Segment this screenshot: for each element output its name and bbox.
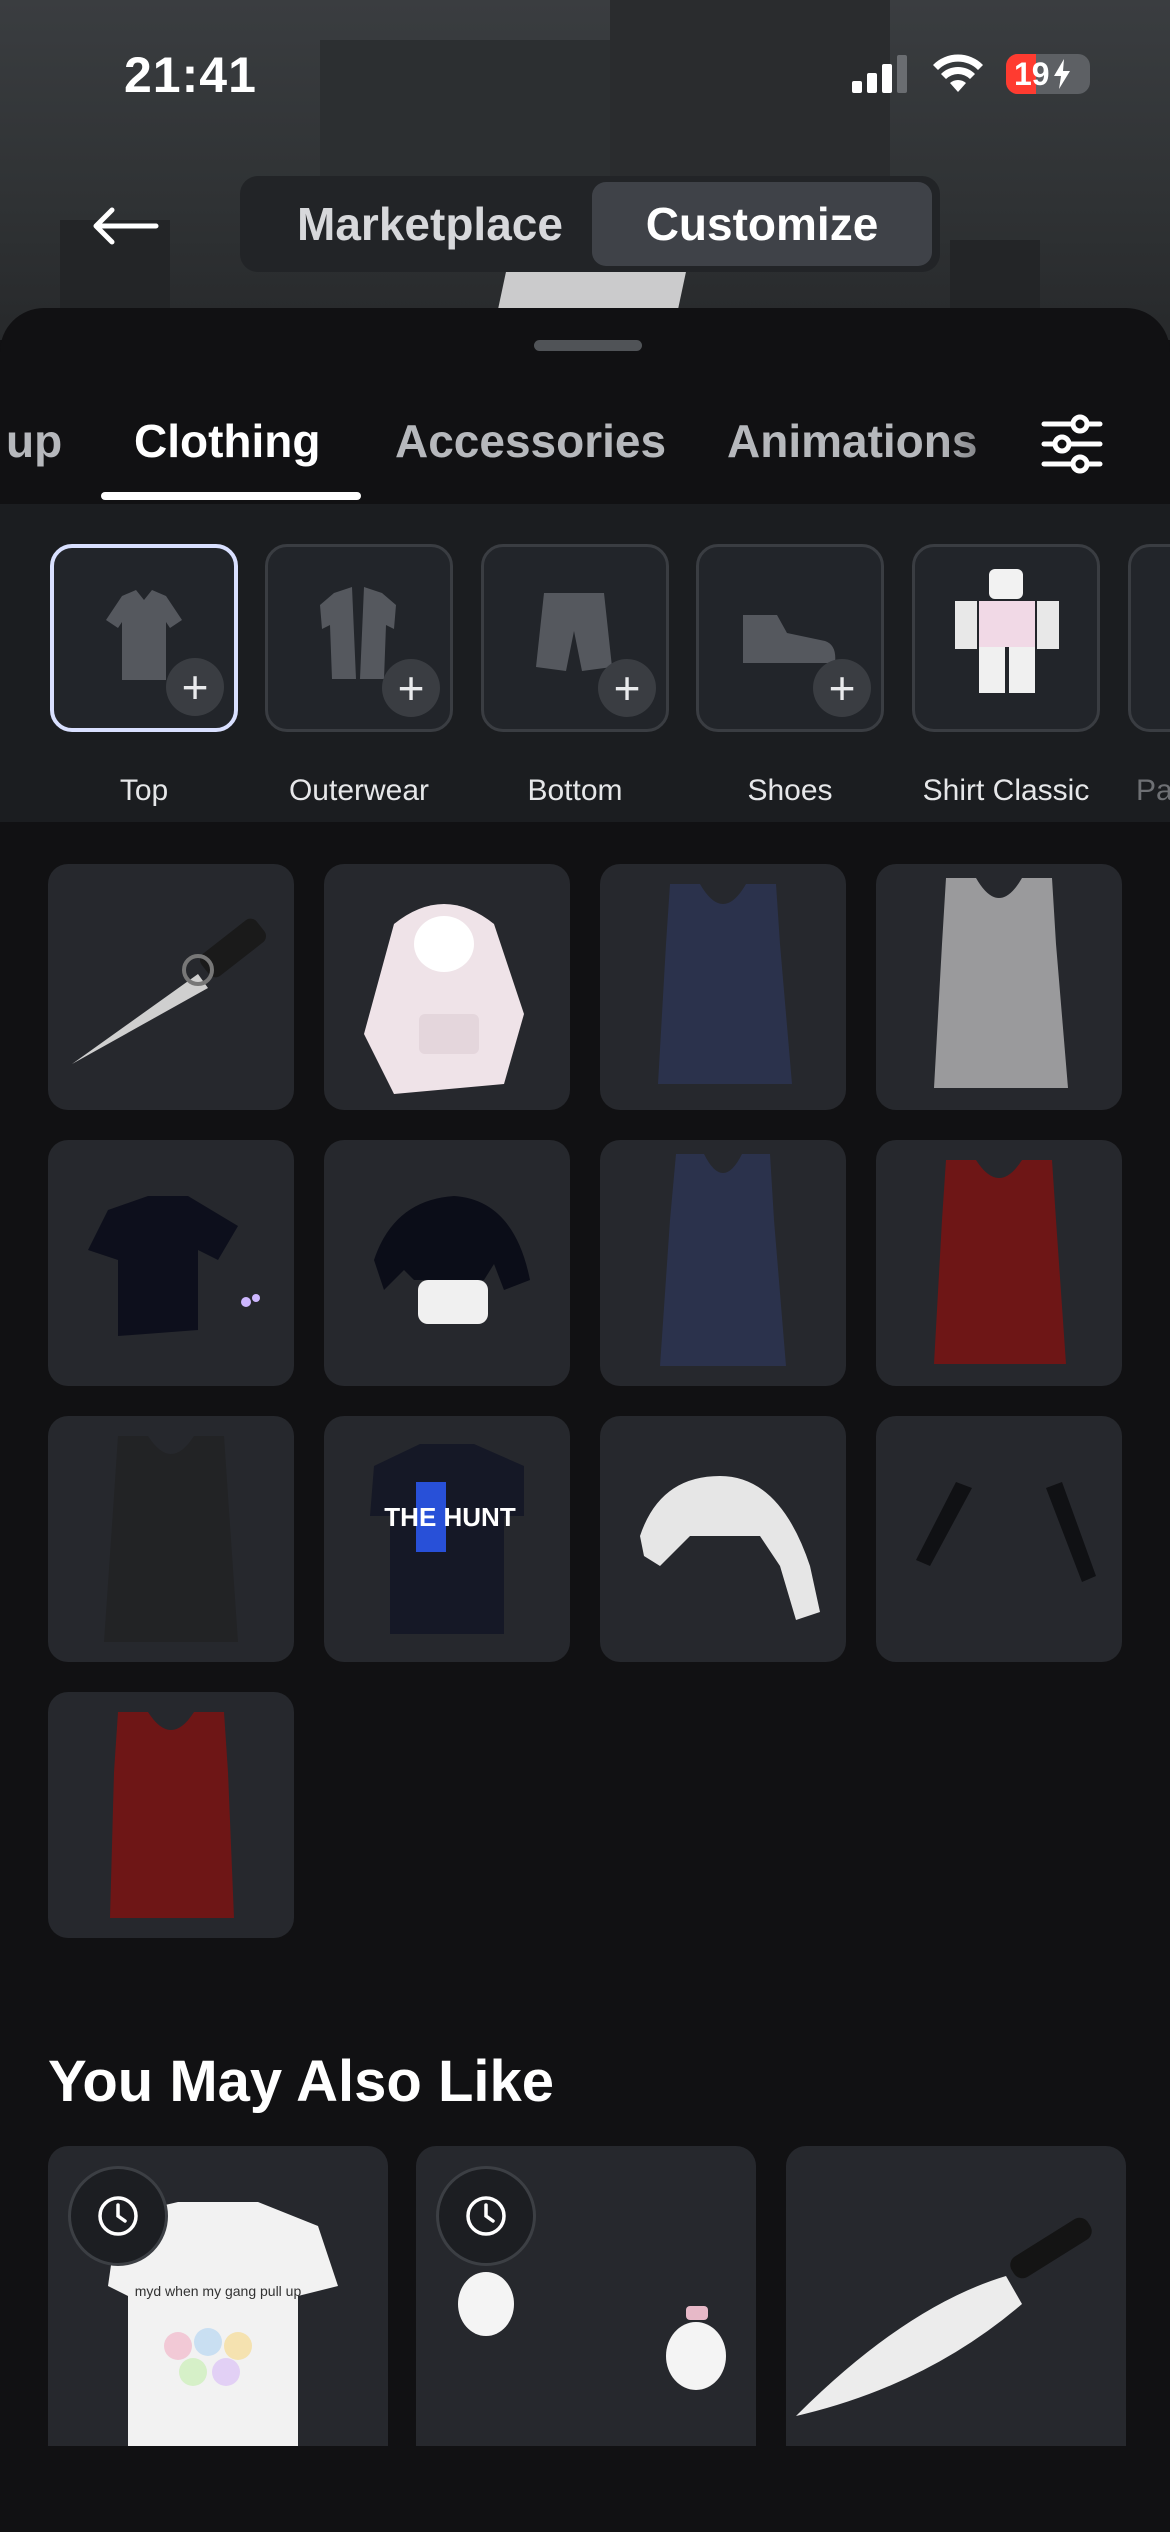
cellular-signal-icon bbox=[852, 55, 907, 93]
active-tab-indicator bbox=[101, 492, 361, 500]
item-gray-tank-top[interactable] bbox=[876, 864, 1122, 1110]
tab-marketplace[interactable]: Marketplace bbox=[260, 182, 600, 266]
category-label-top: Top bbox=[119, 774, 169, 807]
gloves-icon bbox=[916, 1482, 1096, 1582]
item-pink-hoodie[interactable] bbox=[324, 864, 570, 1110]
category-partial[interactable] bbox=[1128, 544, 1170, 732]
category-shirt-classic[interactable] bbox=[912, 544, 1100, 732]
tab-partial-previous[interactable]: up bbox=[6, 414, 62, 468]
limited-time-badge bbox=[68, 2166, 168, 2266]
battery-level: 19 bbox=[1014, 55, 1050, 92]
category-label-bottom: Bottom bbox=[527, 774, 623, 807]
sheet-drag-handle[interactable] bbox=[534, 340, 642, 351]
subcategory-row: + + + + Top Outerwear Bottom Shoes Shirt… bbox=[0, 504, 1170, 822]
category-label-shoes: Shoes bbox=[747, 774, 833, 807]
kitchen-knife-icon bbox=[796, 2217, 1092, 2416]
plus-icon: + bbox=[813, 659, 871, 717]
status-time: 21:41 bbox=[124, 47, 257, 103]
wifi-icon bbox=[933, 54, 983, 92]
tshirt-icon: THE HUNT bbox=[370, 1444, 524, 1634]
sweater-icon bbox=[640, 1476, 820, 1620]
tab-customize[interactable]: Customize bbox=[592, 182, 932, 266]
crop-top-icon bbox=[374, 1196, 530, 1324]
charging-bolt-icon bbox=[1053, 59, 1070, 89]
limited-time-badge bbox=[436, 2166, 536, 2266]
sliders-icon bbox=[1041, 414, 1103, 474]
plus-icon: + bbox=[598, 659, 656, 717]
category-tabs: up Clothing Accessories Animations bbox=[0, 388, 1170, 512]
graphic-tshirt-print: myd when my gang pull up bbox=[135, 2283, 302, 2299]
category-bottom[interactable]: + bbox=[481, 544, 669, 732]
item-navy-tank-top-2[interactable] bbox=[600, 1140, 846, 1386]
tab-accessories[interactable]: Accessories bbox=[395, 414, 666, 468]
arrow-left-icon bbox=[93, 207, 159, 245]
tank-top-icon bbox=[660, 1154, 786, 1366]
hunt-shirt-print: THE HUNT bbox=[384, 1502, 516, 1532]
tank-top-icon bbox=[934, 1160, 1066, 1364]
back-button[interactable] bbox=[90, 196, 162, 256]
category-label-outerwear: Outerwear bbox=[288, 774, 430, 807]
category-outerwear[interactable]: + bbox=[265, 544, 453, 732]
clock-icon bbox=[466, 2196, 506, 2236]
category-shoes[interactable]: + bbox=[696, 544, 884, 732]
item-white-crop-sweater[interactable] bbox=[600, 1416, 846, 1662]
recommendation-card-white-tshirt[interactable]: myd when my gang pull up bbox=[48, 2146, 388, 2446]
hoodie-icon bbox=[364, 904, 524, 1094]
tshirt-icon bbox=[88, 1196, 260, 1336]
tank-top-icon bbox=[110, 1712, 234, 1918]
recommendation-card-kitchen-knife[interactable] bbox=[786, 2146, 1126, 2446]
tab-clothing[interactable]: Clothing bbox=[134, 414, 321, 468]
plus-icon: + bbox=[166, 658, 224, 716]
recommendation-card-mittens[interactable] bbox=[416, 2146, 756, 2446]
battery-indicator: 19 bbox=[1006, 54, 1090, 94]
mode-segmented-control: Marketplace Customize bbox=[240, 176, 940, 272]
avatar-figure-icon bbox=[955, 569, 1059, 693]
knife-icon bbox=[72, 918, 266, 1064]
tank-top-icon bbox=[104, 1436, 238, 1642]
filter-button[interactable] bbox=[1036, 408, 1108, 480]
item-navy-tank-top[interactable] bbox=[600, 864, 846, 1110]
status-icons: 19 bbox=[852, 54, 1090, 94]
item-knife[interactable] bbox=[48, 864, 294, 1110]
item-black-crop-top[interactable] bbox=[324, 1140, 570, 1386]
tank-top-icon bbox=[658, 884, 792, 1084]
category-label-shirt-classic: Shirt Classic bbox=[922, 774, 1090, 807]
plus-icon: + bbox=[382, 659, 440, 717]
item-red-tank-top-2[interactable] bbox=[48, 1692, 294, 1938]
item-black-gloves[interactable] bbox=[876, 1416, 1122, 1662]
tank-top-icon bbox=[934, 878, 1068, 1088]
item-black-tshirt[interactable] bbox=[48, 1140, 294, 1386]
item-black-tank-top[interactable] bbox=[48, 1416, 294, 1662]
clock-icon bbox=[98, 2196, 138, 2236]
customize-sheet: up Clothing Accessories Animations + + +… bbox=[0, 308, 1170, 2532]
item-the-hunt-tshirt[interactable]: THE HUNT bbox=[324, 1416, 570, 1662]
category-top[interactable]: + bbox=[50, 544, 238, 732]
section-title-recommendations: You May Also Like bbox=[48, 2049, 554, 2114]
item-red-tank-top[interactable] bbox=[876, 1140, 1122, 1386]
category-label-partial: Pa bbox=[1136, 774, 1170, 807]
